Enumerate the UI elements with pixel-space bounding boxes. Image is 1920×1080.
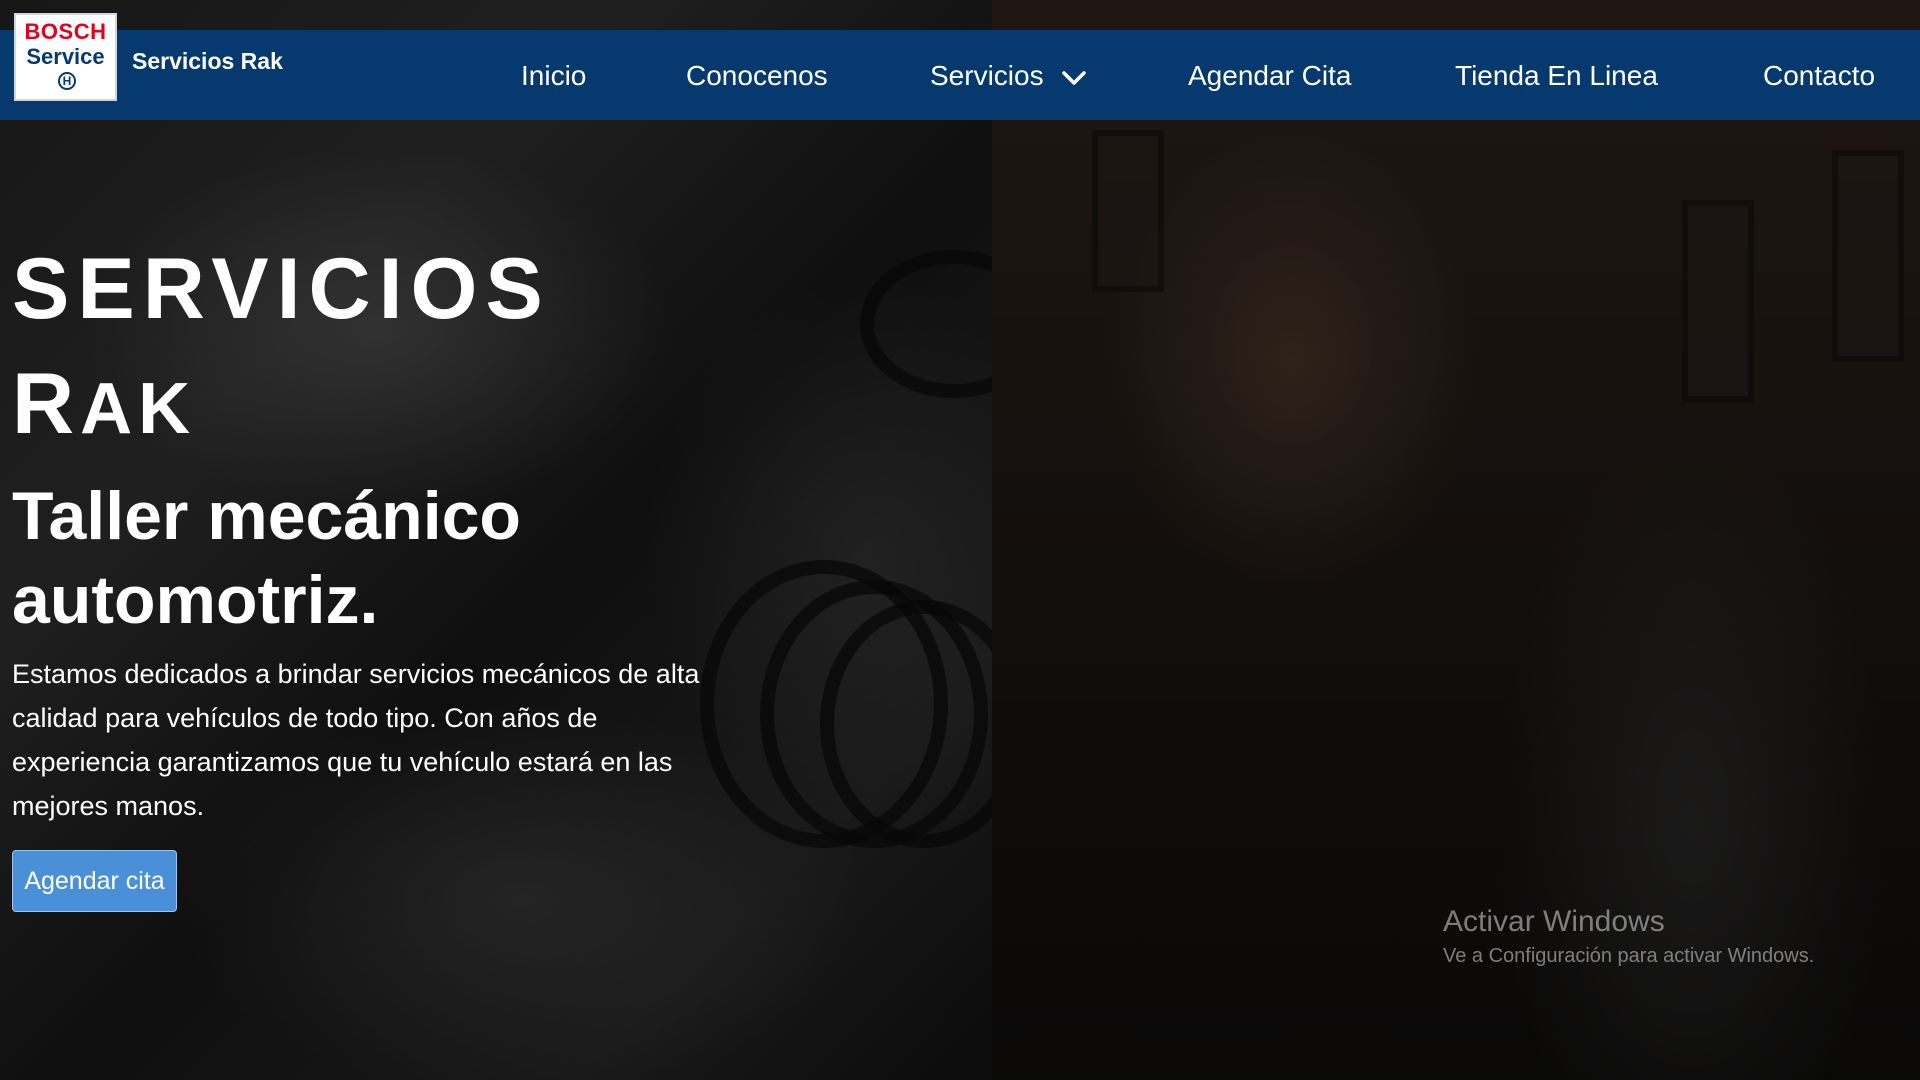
page: BOSCH Service H Servicios Rak Inicio Con… xyxy=(0,0,1920,1080)
nav-item-servicios[interactable]: Servicios xyxy=(930,60,1087,94)
logo-bosch-text: BOSCH xyxy=(24,19,107,44)
top-navbar: BOSCH Service H Servicios Rak Inicio Con… xyxy=(0,13,1920,120)
agendar-cita-button[interactable]: Agendar cita xyxy=(12,850,177,912)
windows-activation-subtitle: Ve a Configuración para activar Windows. xyxy=(1443,945,1815,967)
nav-item-agendar-cita[interactable]: Agendar Cita xyxy=(1188,60,1351,92)
nav-item-inicio[interactable]: Inicio xyxy=(521,60,586,92)
hero-title-line1: SERVICIOS xyxy=(12,241,551,337)
main-nav: Inicio Conocenos Servicios Agendar Cita … xyxy=(0,60,1920,92)
nav-item-tienda-en-linea[interactable]: Tienda En Linea xyxy=(1455,60,1658,92)
hero-subtitle: Taller mecánico automotriz. xyxy=(12,478,521,638)
nav-item-conocenos[interactable]: Conocenos xyxy=(686,60,828,92)
nav-item-servicios-label: Servicios xyxy=(930,60,1044,91)
nav-item-contacto[interactable]: Contacto xyxy=(1763,60,1875,92)
hero-description: Estamos dedicados a brindar servicios me… xyxy=(12,659,700,821)
hero-title-line2-rest: AK xyxy=(80,369,197,449)
hero-title-line2-initial: R xyxy=(12,356,81,452)
hero-title-line2: RAK xyxy=(12,355,196,454)
chevron-down-icon xyxy=(1061,62,1087,94)
windows-activation-title: Activar Windows xyxy=(1443,905,1665,938)
